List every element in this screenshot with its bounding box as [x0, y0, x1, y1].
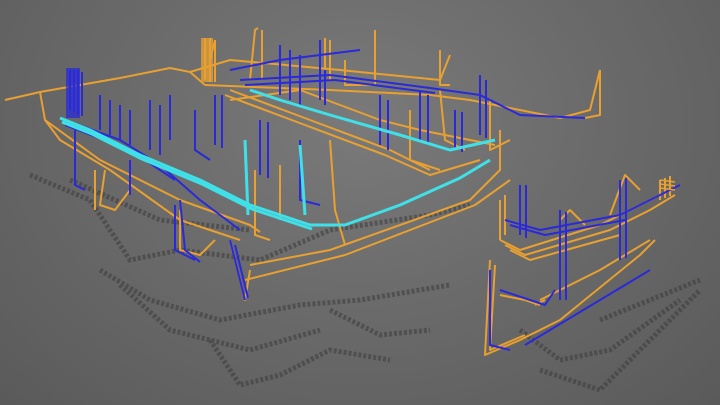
cyan-pipes — [59, 88, 496, 231]
pipe-network-render — [4, 27, 702, 393]
render-viewport — [0, 0, 720, 405]
ground-shadows — [29, 172, 702, 393]
blue-pipes — [59, 40, 681, 351]
